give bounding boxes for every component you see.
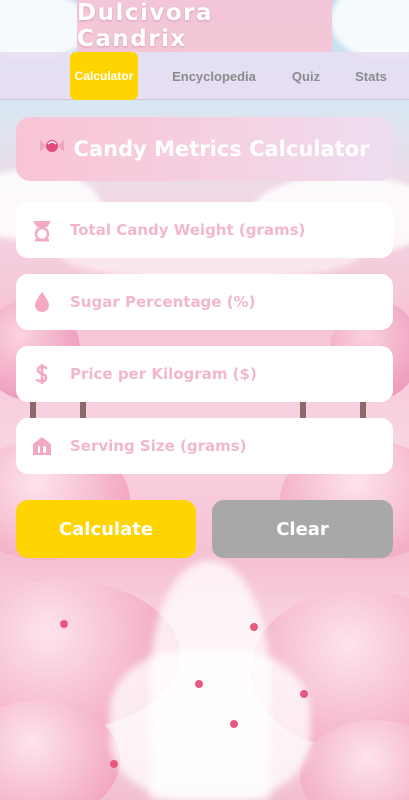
clear-button[interactable]: Clear <box>212 500 393 558</box>
tab-stats[interactable]: Stats <box>348 52 394 100</box>
app-title: Dulcivora Candrix <box>77 0 214 52</box>
sugar-percentage-field[interactable] <box>16 274 393 330</box>
total-weight-field[interactable] <box>16 202 393 258</box>
price-per-kg-input[interactable] <box>70 365 370 383</box>
price-per-kg-field[interactable] <box>16 346 393 402</box>
serving-size-input[interactable] <box>70 437 370 455</box>
calculate-button[interactable]: Calculate <box>16 500 196 558</box>
tab-quiz[interactable]: Quiz <box>286 52 326 100</box>
total-weight-input[interactable] <box>70 221 370 239</box>
app-title-bar: Dulcivora Candrix <box>77 0 332 52</box>
sugar-percentage-input[interactable] <box>70 293 370 311</box>
serving-icon <box>18 434 66 458</box>
droplet-icon <box>18 290 66 314</box>
dollar-icon <box>18 362 66 386</box>
candy-icon <box>39 136 64 162</box>
serving-size-field[interactable] <box>16 418 393 474</box>
tab-encyclopedia[interactable]: Encyclopedia <box>160 52 268 100</box>
tab-bar: Calculator Encyclopedia Quiz Stats <box>0 52 409 100</box>
tab-calculator[interactable]: Calculator <box>70 52 138 100</box>
scale-icon <box>18 218 66 242</box>
calculator-heading-card: Candy Metrics Calculator <box>16 117 393 181</box>
calculator-heading: Candy Metrics Calculator <box>73 137 370 161</box>
